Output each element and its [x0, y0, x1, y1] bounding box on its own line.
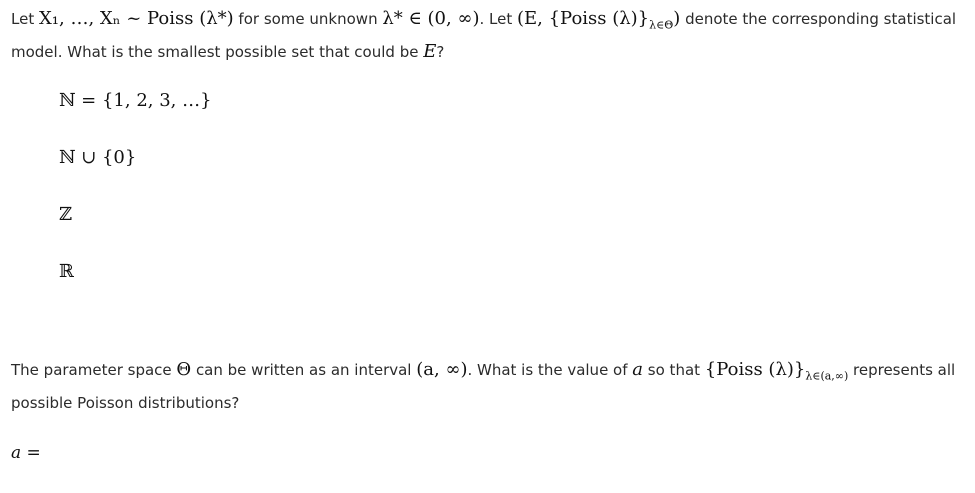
answer-row: a = — [11, 440, 231, 466]
math-lambda-range: λ* ∈ (0, ∞) — [382, 8, 480, 29]
math-poisson-family: {Poiss (λ)}λ∈(a,∞) — [704, 359, 849, 383]
option-naturals[interactable]: ℕ = {1, 2, 3, …} — [59, 88, 212, 145]
option-integers[interactable]: ℤ — [59, 202, 212, 259]
question-1-text: Let X₁, …, Xₙ ~ Poiss (λ*) for some unkn… — [11, 8, 957, 62]
question-2-text: The parameter space Θ can be written as … — [11, 359, 956, 412]
math-a: a — [632, 359, 644, 380]
answer-input[interactable] — [46, 440, 231, 466]
math-sample-text: X₁, …, Xₙ ~ Poiss (λ*) — [38, 8, 234, 29]
math-interval: (a, ∞) — [416, 359, 468, 380]
math-model: (E, {Poiss (λ)}λ∈Θ) — [517, 8, 681, 32]
answer-label: a = — [11, 443, 41, 463]
math-theta: Θ — [176, 359, 192, 380]
math-E: E — [423, 40, 437, 62]
math-sample: X₁, …, Xₙ ~ Poiss (λ*) — [39, 8, 234, 29]
answer-options: ℕ = {1, 2, 3, …} ℕ ∪ {0} ℤ ℝ — [59, 88, 212, 316]
option-naturals-with-zero[interactable]: ℕ ∪ {0} — [59, 145, 212, 202]
option-reals[interactable]: ℝ — [59, 259, 212, 316]
